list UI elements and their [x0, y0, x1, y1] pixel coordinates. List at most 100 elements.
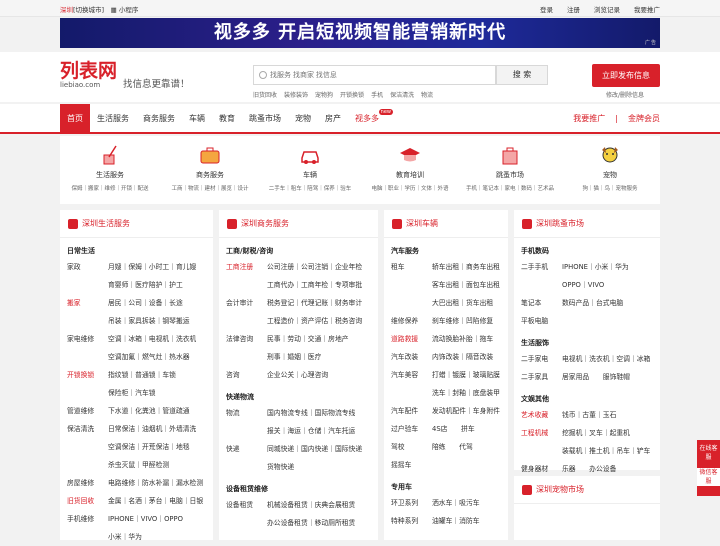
- category-key[interactable]: 艺术收藏: [521, 406, 562, 424]
- category-key[interactable]: 开锁换锁: [67, 366, 108, 384]
- category-key[interactable]: 过户验车: [391, 420, 432, 438]
- panel-title[interactable]: 深圳跳蚤市场: [536, 218, 584, 229]
- site-logo[interactable]: 列表网 liebiao.com: [60, 62, 117, 90]
- category-links[interactable]: 刹车维修｜凹陷修复: [432, 312, 493, 330]
- city-selector[interactable]: 深圳[切换城市] ▦ 小程序: [60, 4, 138, 14]
- switch-city-link[interactable]: [切换城市]: [73, 6, 104, 14]
- nav-education[interactable]: 教育: [212, 104, 242, 134]
- category-links[interactable]: 钱币｜古董｜玉石: [562, 406, 616, 424]
- nav-flea-market[interactable]: 跳蚤市场: [242, 104, 288, 134]
- hot-keyword[interactable]: 装修装饰: [284, 90, 308, 99]
- category-links[interactable]: IPHONE｜小米｜华为: [562, 258, 629, 276]
- category-key[interactable]: 房屋维修: [67, 474, 108, 492]
- category-links[interactable]: 发动机配件｜车身附件: [432, 402, 500, 420]
- hot-keyword[interactable]: 开锁换锁: [340, 90, 364, 99]
- category-links[interactable]: 空调保洁｜开荒保洁｜地毯: [108, 438, 190, 456]
- category-links[interactable]: 办公设备租赁｜移动厕所租赁: [267, 514, 355, 532]
- category-links[interactable]: 陪练 代驾: [432, 438, 473, 456]
- category-key[interactable]: 二手手机: [521, 258, 562, 276]
- category-links[interactable]: OPPO｜VIVO: [562, 276, 604, 294]
- category-links[interactable]: 小米｜华为: [108, 528, 142, 546]
- category-links[interactable]: 装载机｜推土机｜吊车｜铲车: [562, 442, 650, 460]
- category-key[interactable]: 笔记本: [521, 294, 562, 312]
- category-links[interactable]: 居民｜公司｜设备｜长途: [108, 294, 183, 312]
- category-links[interactable]: 4S店 拼车: [432, 420, 475, 438]
- category-links[interactable]: 油罐车｜消防车: [432, 512, 480, 530]
- category-links[interactable]: 杀虫灭鼠｜甲醛检测: [108, 456, 169, 474]
- category-key[interactable]: 环卫系列: [391, 494, 432, 512]
- category-links[interactable]: 税务登记｜代理记账｜财务审计: [267, 294, 362, 312]
- category-key[interactable]: 会计审计: [226, 294, 267, 312]
- category-key[interactable]: 平板电脑: [521, 312, 562, 330]
- category-links[interactable]: 育婴师｜医疗陪护｜护工: [108, 276, 183, 294]
- category-links[interactable]: 保险柜｜汽车锁: [108, 384, 156, 402]
- category-links[interactable]: 工程造价｜资产评估｜税务咨询: [267, 312, 362, 330]
- category-links[interactable]: 大巴出租｜货车出租: [432, 294, 493, 312]
- category-education[interactable]: 教育培训 电脑｜职业｜学历｜文体｜外语: [360, 136, 460, 204]
- category-links[interactable]: 月嫂｜保姆｜小时工｜育儿嫂: [108, 258, 196, 276]
- category-key[interactable]: 汽车改装: [391, 348, 432, 366]
- category-links[interactable]: 电视机｜洗衣机｜空调｜冰箱: [562, 350, 650, 368]
- login-link[interactable]: 登录: [540, 4, 553, 14]
- nav-shiduoduo[interactable]: 视多多 new: [348, 104, 393, 134]
- category-links[interactable]: 电路维修｜防水补漏｜漏水检测: [108, 474, 203, 492]
- hot-keyword[interactable]: 手机: [371, 90, 383, 99]
- nav-life[interactable]: 生活服务: [90, 104, 136, 134]
- nav-cars[interactable]: 车辆: [182, 104, 212, 134]
- category-links[interactable]: 空调加氟｜燃气灶｜热水器: [108, 348, 190, 366]
- current-city[interactable]: 深圳: [60, 6, 73, 14]
- hot-keyword[interactable]: 保洁清洗: [390, 90, 414, 99]
- category-links[interactable]: 流动换胎补胎｜拖车: [432, 330, 493, 348]
- category-key[interactable]: 汽车美容: [391, 366, 432, 384]
- category-key[interactable]: 驾校: [391, 438, 432, 456]
- category-key[interactable]: 家电维修: [67, 330, 108, 348]
- category-key[interactable]: 二手家具: [521, 368, 562, 386]
- online-service-button[interactable]: 在线客服: [697, 444, 720, 462]
- category-links[interactable]: 内饰改装｜隔音改装: [432, 348, 493, 366]
- category-links[interactable]: 挖掘机｜叉车｜起重机: [562, 424, 630, 442]
- category-key[interactable]: 特种系列: [391, 512, 432, 530]
- category-key[interactable]: 租车: [391, 258, 432, 276]
- category-key[interactable]: 咨询: [226, 366, 267, 384]
- nav-pets[interactable]: 宠物: [288, 104, 318, 134]
- category-links[interactable]: 货物快递: [267, 458, 294, 476]
- category-links[interactable]: IPHONE｜VIVO｜OPPO: [108, 510, 183, 528]
- mini-program-link[interactable]: 小程序: [119, 6, 139, 14]
- category-cars[interactable]: 车辆 二手车｜租车｜陪驾｜保养｜验车: [260, 136, 360, 204]
- category-key[interactable]: 汽车配件: [391, 402, 432, 420]
- category-key[interactable]: 工程机械: [521, 424, 562, 442]
- category-key[interactable]: 维修保养: [391, 312, 432, 330]
- category-key[interactable]: 道路救援: [391, 330, 432, 348]
- category-links[interactable]: 客车出租｜面包车出租: [432, 276, 500, 294]
- nav-business[interactable]: 商务服务: [136, 104, 182, 134]
- category-links[interactable]: 刑事｜婚姻｜医疗: [267, 348, 321, 366]
- category-key[interactable]: 旧货回收: [67, 492, 108, 510]
- category-links[interactable]: 下水道｜化粪池｜管道疏通: [108, 402, 190, 420]
- category-key[interactable]: 摇摇车: [391, 456, 432, 474]
- panel-title[interactable]: 深圳生活服务: [82, 218, 130, 229]
- category-links[interactable]: 金属｜名酒｜茅台｜电脑｜日银: [108, 492, 203, 510]
- category-links[interactable]: 日常保洁｜油烟机｜外墙清洗: [108, 420, 196, 438]
- search-input[interactable]: [270, 68, 490, 83]
- category-links[interactable]: 国内物流专线｜国际物流专线: [267, 404, 355, 422]
- panel-title[interactable]: 深圳商务服务: [241, 218, 289, 229]
- category-links[interactable]: 洗车｜封釉｜底盘装甲: [432, 384, 500, 402]
- category-key[interactable]: 法律咨询: [226, 330, 267, 348]
- category-key[interactable]: 手机维修: [67, 510, 108, 528]
- wechat-service-button[interactable]: 微信客服: [697, 468, 720, 486]
- category-key[interactable]: 搬家: [67, 294, 108, 312]
- category-links[interactable]: 居家用品 服饰鞋帽: [562, 368, 630, 386]
- category-links[interactable]: 同城快递｜国内快递｜国际快递: [267, 440, 362, 458]
- publish-button[interactable]: 立即发布信息: [592, 64, 660, 87]
- category-key[interactable]: 家政: [67, 258, 108, 276]
- category-links[interactable]: 指纹锁｜普通锁｜车锁: [108, 366, 176, 384]
- register-link[interactable]: 注册: [567, 4, 580, 14]
- category-links[interactable]: 公司注册｜公司注销｜企业年检: [267, 258, 362, 276]
- category-pets[interactable]: 宠物 狗｜猫｜鸟｜宠物服务: [560, 136, 660, 204]
- search-button[interactable]: 搜 索: [496, 65, 548, 85]
- gold-member-link[interactable]: 金牌会员: [628, 104, 660, 134]
- category-life[interactable]: 生活服务 保姆｜搬家｜维修｜开锁｜配送: [60, 136, 160, 204]
- hot-keyword[interactable]: 物流: [421, 90, 433, 99]
- category-links[interactable]: 民事｜劳动｜交通｜房地产: [267, 330, 349, 348]
- category-key[interactable]: 管道维修: [67, 402, 108, 420]
